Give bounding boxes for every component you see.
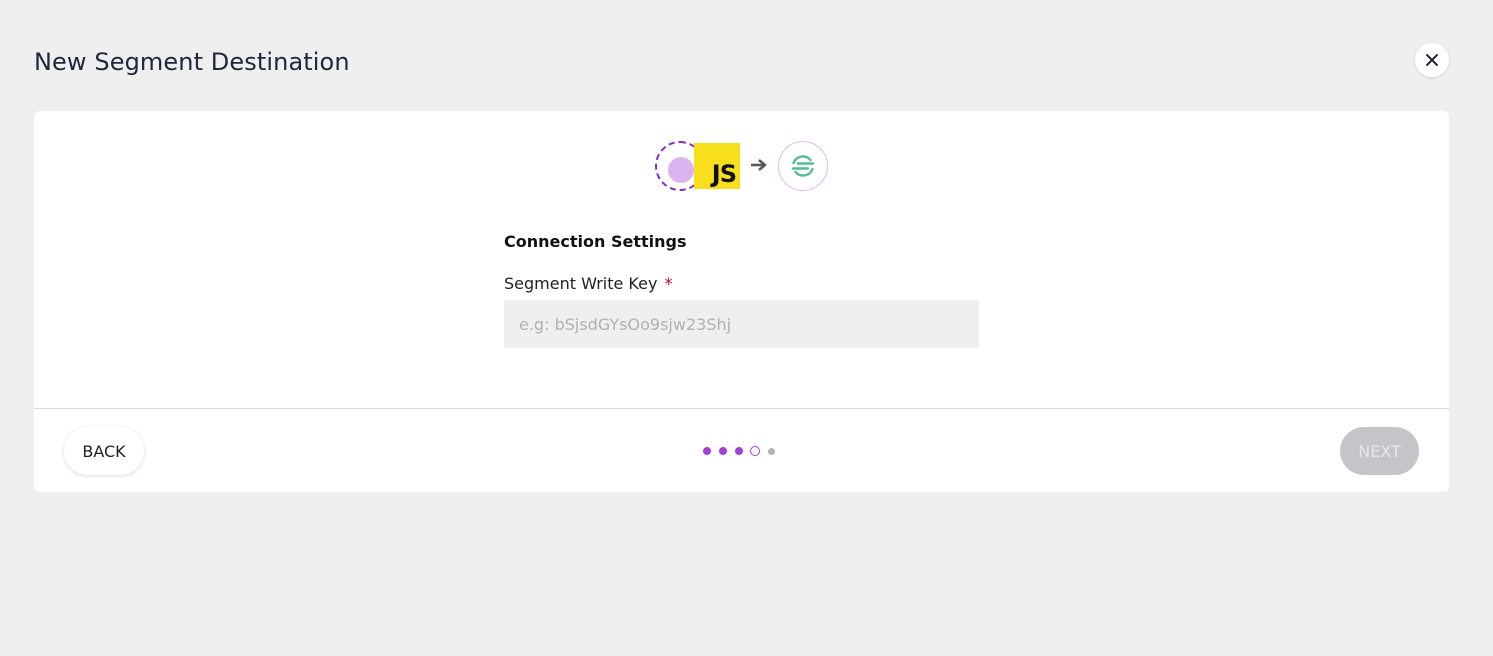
step-dot-2 (718, 446, 728, 456)
javascript-source-icon: JS (694, 143, 740, 189)
required-indicator: * (664, 274, 673, 293)
write-key-label: Segment Write Key * (504, 274, 673, 293)
step-dot-4 (750, 446, 760, 456)
page-title: New Segment Destination (34, 48, 350, 76)
js-logo-text: JS (711, 160, 737, 188)
arrow-right-icon (751, 159, 767, 171)
back-button[interactable]: BACK (64, 427, 144, 475)
footer-divider (34, 408, 1449, 409)
wizard-card: JS Connection Settings Segment Write Key… (34, 111, 1449, 492)
step-indicator (702, 446, 776, 456)
section-title: Connection Settings (504, 232, 687, 251)
step-dot-5 (766, 446, 776, 456)
connection-flow: JS (654, 140, 834, 192)
close-icon (1426, 54, 1438, 66)
source-dot (668, 157, 694, 183)
segment-write-key-input[interactable] (504, 300, 979, 348)
step-dot-1 (702, 446, 712, 456)
destination-icon (778, 141, 828, 191)
next-button[interactable]: NEXT (1340, 427, 1419, 475)
segment-logo-icon (791, 155, 815, 177)
write-key-label-text: Segment Write Key (504, 274, 658, 293)
step-dot-3 (734, 446, 744, 456)
close-button[interactable] (1415, 43, 1449, 77)
